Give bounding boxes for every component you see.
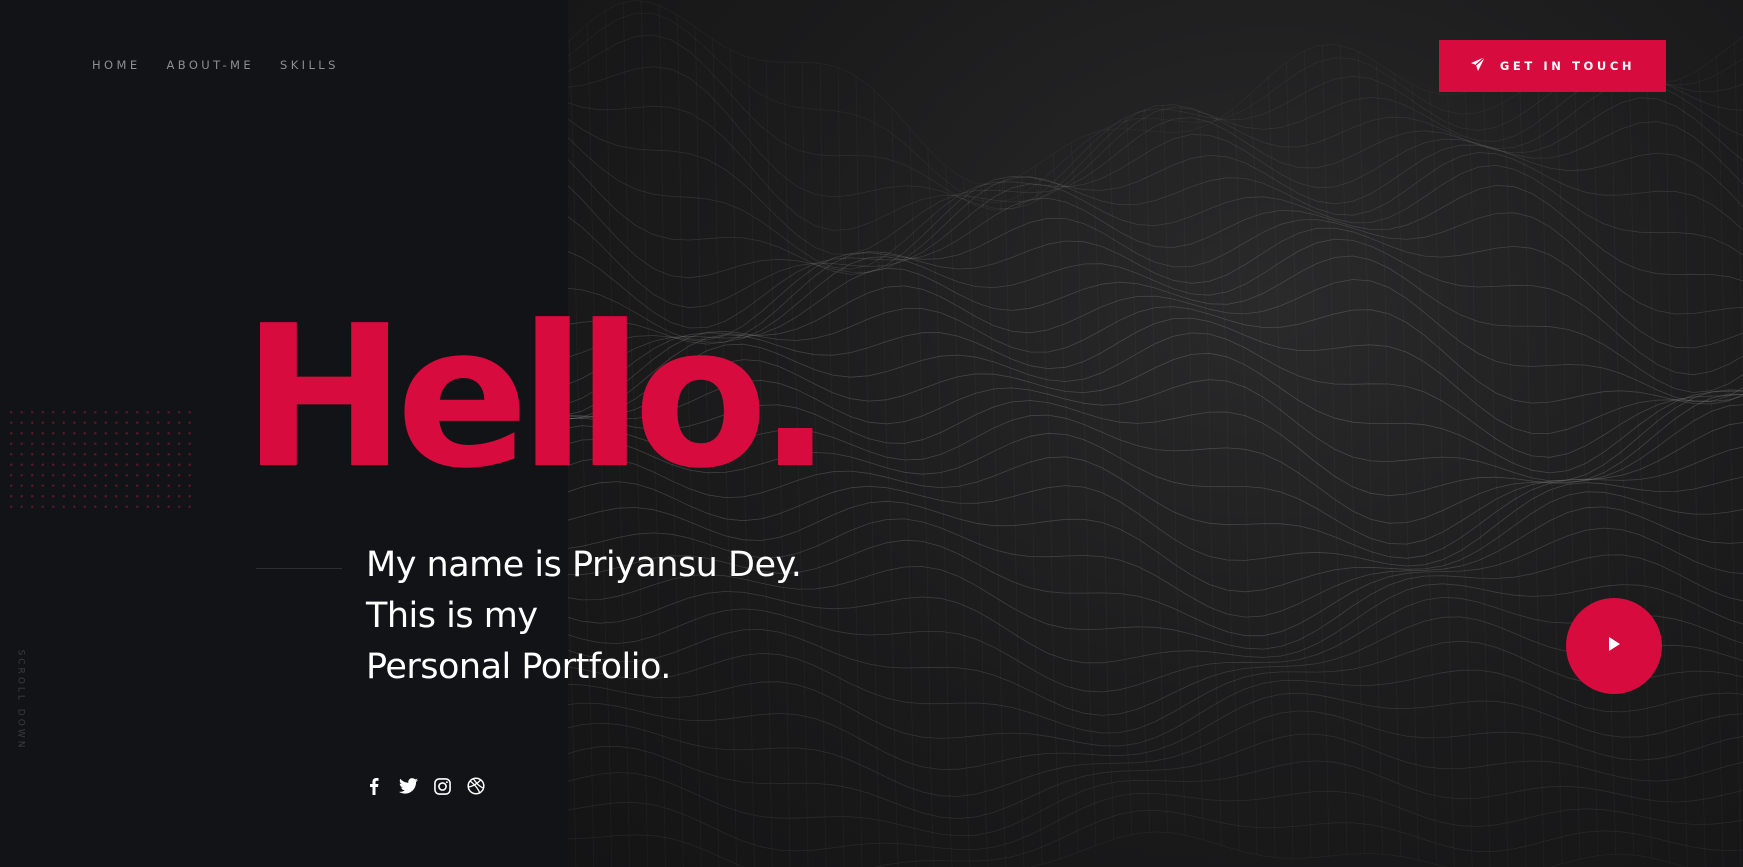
terrain-line (568, 97, 1743, 255)
paper-plane-icon (1470, 56, 1486, 76)
terrain-line (1070, 142, 1097, 846)
get-in-touch-label: GET IN TOUCH (1499, 59, 1636, 73)
nav-skills[interactable]: SKILLS (280, 58, 339, 72)
social-links (364, 776, 486, 796)
dribbble-icon[interactable] (466, 776, 486, 796)
instagram-icon[interactable] (432, 776, 452, 796)
terrain-line (1106, 126, 1132, 835)
terrain-line (568, 121, 1743, 270)
terrain-line (568, 692, 1743, 770)
hero-intro: My name is Priyansu Dey. This is my Pers… (366, 540, 802, 693)
nav-about-me[interactable]: ABOUT-ME (167, 58, 255, 72)
terrain-line (999, 177, 1025, 867)
terrain-line (1250, 93, 1276, 858)
facebook-icon[interactable] (364, 776, 384, 796)
terrain-line (1142, 108, 1168, 833)
terrain-line (945, 166, 971, 867)
intro-line: My name is Priyansu Dey. (366, 545, 802, 585)
terrain-line (1268, 77, 1294, 859)
intro-divider (256, 568, 342, 569)
dot-pattern-decoration (6, 407, 196, 511)
terrain-line (1285, 61, 1312, 858)
terrain-line (568, 790, 1743, 852)
terrain-line (1160, 104, 1186, 836)
terrain-line (568, 710, 1743, 797)
intro-line: Personal Portfolio. (366, 647, 671, 687)
terrain-line (568, 0, 1743, 186)
terrain-line (1034, 166, 1061, 860)
nav-home[interactable]: HOME (92, 58, 141, 72)
twitter-icon[interactable] (398, 776, 418, 796)
terrain-line (568, 81, 1743, 231)
terrain-line (568, 733, 1743, 820)
terrain-line (1196, 109, 1222, 846)
terrain-line (568, 831, 1687, 867)
main-nav: HOME ABOUT-ME SKILLS (92, 58, 365, 72)
terrain-line (568, 809, 1743, 867)
terrain-line (1178, 105, 1204, 840)
terrain-line (1734, 42, 1743, 385)
terrain-line (909, 128, 935, 867)
terrain-line (855, 76, 881, 867)
get-in-touch-button[interactable]: GET IN TOUCH (1439, 40, 1666, 92)
intro-line: This is my (366, 596, 538, 636)
terrain-line (568, 760, 1743, 837)
play-icon (1607, 636, 1621, 656)
terrain-line (1052, 153, 1079, 853)
terrain-line (1644, 75, 1670, 863)
hero-headline: Hello. (242, 284, 832, 512)
scroll-down-hint: SCROLL DOWN (15, 649, 26, 751)
terrain-line (873, 89, 899, 867)
terrain-line (1232, 109, 1258, 856)
terrain-line (927, 148, 953, 867)
terrain-line (568, 152, 1743, 279)
play-button[interactable] (1566, 598, 1662, 694)
